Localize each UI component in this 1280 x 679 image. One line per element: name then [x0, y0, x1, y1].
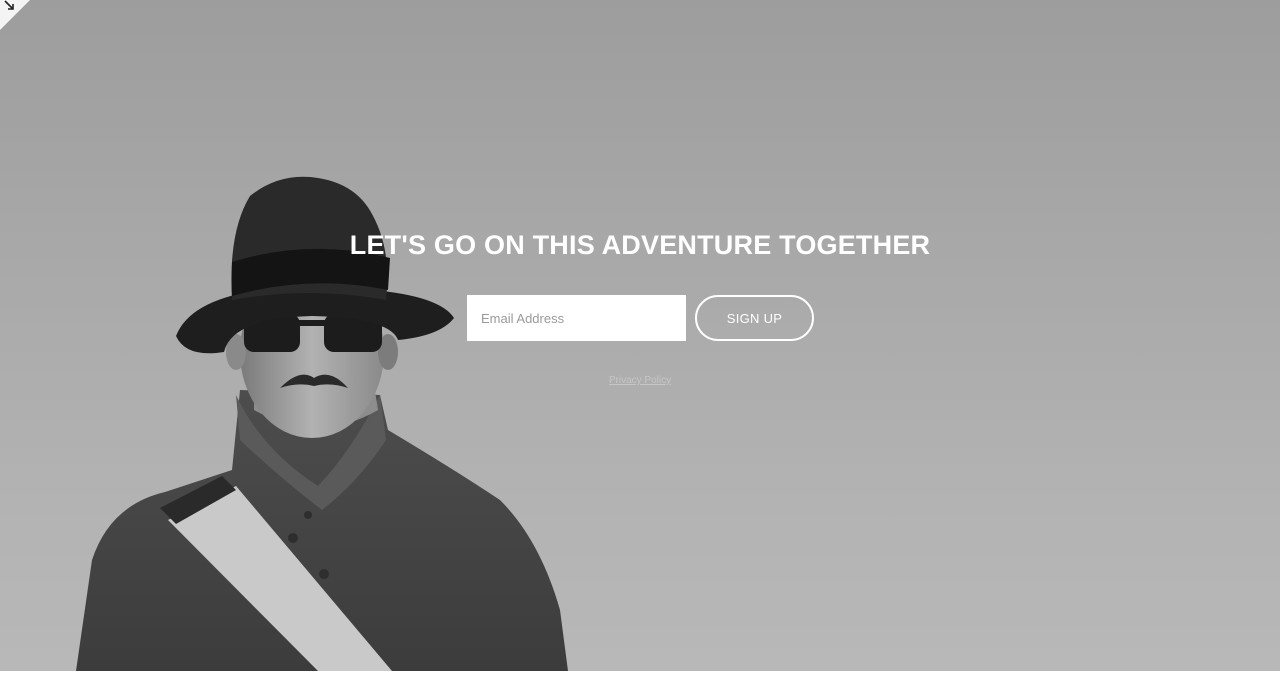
hero-section: LET'S GO ON THIS ADVENTURE TOGETHER SIGN… [0, 0, 1280, 671]
coat-button [304, 511, 312, 519]
email-input[interactable] [467, 295, 686, 341]
hero-headline: LET'S GO ON THIS ADVENTURE TOGETHER [349, 230, 931, 260]
newsletter-signup-form: SIGN UP [467, 295, 817, 341]
coat-button [319, 569, 329, 579]
sign-up-button[interactable]: SIGN UP [695, 295, 814, 341]
coat-button [288, 533, 298, 543]
privacy-policy-link[interactable]: Privacy Policy [0, 375, 1280, 386]
resize-arrow-icon[interactable] [0, 0, 32, 32]
